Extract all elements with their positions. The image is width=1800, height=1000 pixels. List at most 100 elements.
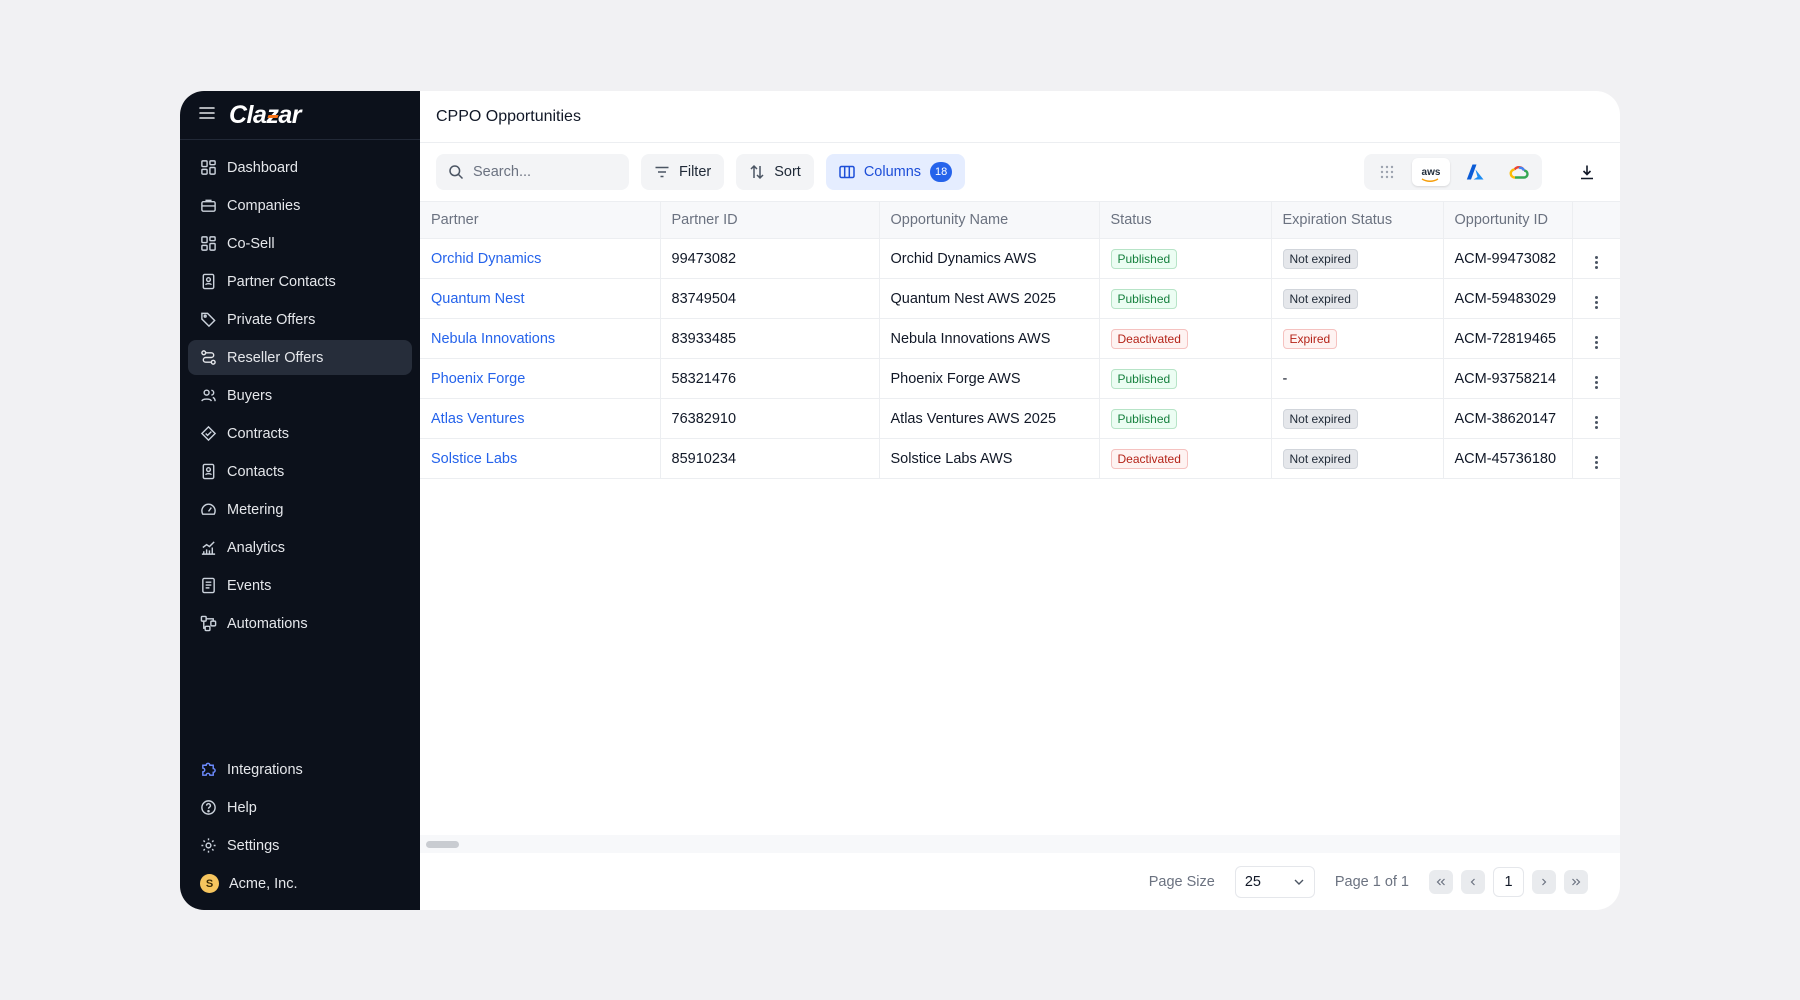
contact-card-icon <box>202 463 215 480</box>
sidebar-item-contacts[interactable]: Contacts <box>188 454 412 489</box>
row-actions-icon[interactable] <box>1594 294 1598 310</box>
sidebar-item-label: Settings <box>227 837 280 854</box>
search-box[interactable] <box>436 154 629 190</box>
status-badge: Deactivated <box>1110 328 1188 349</box>
app-window: Clazar Dashboard Companies Co-Sell Partn… <box>180 91 1620 910</box>
aws-cloud-button[interactable]: aws <box>1412 158 1450 186</box>
partner-link[interactable]: Orchid Dynamics <box>431 251 541 267</box>
main-content: CPPO Opportunities Filter Sort Columns 1… <box>420 91 1620 910</box>
table-row[interactable]: Phoenix Forge 58321476 Phoenix Forge AWS… <box>420 358 1620 399</box>
page-title: CPPO Opportunities <box>436 107 581 125</box>
hamburger-menu-icon[interactable] <box>199 106 215 124</box>
sidebar-item-reseller-offers[interactable]: Reseller Offers <box>188 340 412 375</box>
tag-icon <box>201 312 216 328</box>
sidebar-item-co-sell[interactable]: Co-Sell <box>188 226 412 261</box>
page-size-label: Page Size <box>1148 873 1215 890</box>
document-list-icon <box>202 577 215 594</box>
opportunity-id-cell: ACM-72819465 <box>1443 318 1573 359</box>
row-actions-icon[interactable] <box>1594 414 1598 430</box>
columns-icon <box>839 165 855 179</box>
column-header-partner[interactable]: Partner <box>420 201 661 239</box>
scrollbar-thumb[interactable] <box>426 841 459 848</box>
sidebar-item-analytics[interactable]: Analytics <box>188 530 412 565</box>
sidebar-item-partner-contacts[interactable]: Partner Contacts <box>188 264 412 299</box>
gear-icon <box>201 838 216 853</box>
expiration-badge: Expired <box>1282 328 1338 349</box>
sidebar-item-account[interactable]: S Acme, Inc. <box>188 866 412 901</box>
sidebar-item-automations[interactable]: Automations <box>188 606 412 641</box>
expiration-cell: - <box>1271 358 1444 399</box>
partner-link[interactable]: Quantum Nest <box>431 291 525 307</box>
opportunity-id-cell: ACM-99473082 <box>1443 238 1573 279</box>
column-header-expiration-status[interactable]: Expiration Status <box>1271 201 1444 239</box>
opportunity-name-cell: Orchid Dynamics AWS <box>879 238 1100 279</box>
sidebar: Clazar Dashboard Companies Co-Sell Partn… <box>180 91 420 910</box>
partner-link[interactable]: Solstice Labs <box>431 451 517 467</box>
all-clouds-button[interactable] <box>1368 158 1406 186</box>
column-header-partner-id[interactable]: Partner ID <box>660 201 880 239</box>
sidebar-item-events[interactable]: Events <box>188 568 412 603</box>
partner-link[interactable]: Phoenix Forge <box>431 371 525 387</box>
sidebar-item-contracts[interactable]: Contracts <box>188 416 412 451</box>
search-input[interactable] <box>473 164 613 180</box>
aws-logo-text: aws <box>1421 166 1441 178</box>
column-header-opportunity-name[interactable]: Opportunity Name <box>879 201 1100 239</box>
expiration-badge: Not expired <box>1282 288 1358 309</box>
sort-button[interactable]: Sort <box>736 154 814 190</box>
cloud-selector: aws <box>1364 154 1542 190</box>
clazar-logo[interactable]: Clazar <box>229 101 302 130</box>
current-page-button[interactable]: 1 <box>1493 866 1524 897</box>
chevrons-right-icon <box>1572 878 1581 885</box>
row-actions-icon[interactable] <box>1594 254 1598 270</box>
filter-button[interactable]: Filter <box>641 154 725 190</box>
columns-button[interactable]: Columns 18 <box>825 154 966 190</box>
partner-link[interactable]: Atlas Ventures <box>431 411 525 427</box>
table-row[interactable]: Nebula Innovations 83933485 Nebula Innov… <box>420 318 1620 359</box>
first-page-button[interactable] <box>1429 869 1453 894</box>
sidebar-item-metering[interactable]: Metering <box>188 492 412 527</box>
route-icon <box>201 350 216 365</box>
horizontal-scrollbar[interactable] <box>420 835 1620 853</box>
row-actions-icon[interactable] <box>1594 454 1598 470</box>
table-row[interactable]: Atlas Ventures 76382910 Atlas Ventures A… <box>420 398 1620 439</box>
partner-link[interactable]: Nebula Innovations <box>431 331 555 347</box>
page-size-select[interactable]: 25 <box>1234 865 1315 898</box>
previous-page-button[interactable] <box>1461 869 1485 894</box>
sidebar-item-dashboard[interactable]: Dashboard <box>188 150 412 185</box>
sidebar-item-companies[interactable]: Companies <box>188 188 412 223</box>
sidebar-item-integrations[interactable]: Integrations <box>188 752 412 787</box>
table-row[interactable]: Orchid Dynamics 99473082 Orchid Dynamics… <box>420 238 1620 279</box>
sort-icon <box>750 164 764 180</box>
page-info: Page 1 of 1 <box>1334 873 1409 890</box>
toolbar: Filter Sort Columns 18 aws <box>420 143 1620 201</box>
azure-cloud-button[interactable] <box>1456 158 1494 186</box>
table-row[interactable]: Solstice Labs 85910234 Solstice Labs AWS… <box>420 438 1620 479</box>
sidebar-item-label: Dashboard <box>227 159 298 176</box>
google-cloud-button[interactable] <box>1500 158 1538 186</box>
sidebar-item-label: Buyers <box>227 387 273 404</box>
next-page-button[interactable] <box>1532 869 1556 894</box>
sidebar-item-label: Reseller Offers <box>227 349 324 366</box>
azure-logo-icon <box>1466 164 1484 180</box>
briefcase-icon <box>201 199 216 212</box>
sidebar-item-label: Partner Contacts <box>227 273 336 290</box>
download-button[interactable] <box>1570 155 1604 189</box>
sidebar-item-settings[interactable]: Settings <box>188 828 412 863</box>
column-header-status[interactable]: Status <box>1099 201 1272 239</box>
sidebar-item-buyers[interactable]: Buyers <box>188 378 412 413</box>
row-actions-icon[interactable] <box>1594 374 1598 390</box>
table-row[interactable]: Quantum Nest 83749504 Quantum Nest AWS 2… <box>420 278 1620 319</box>
opportunity-id-cell: ACM-59483029 <box>1443 278 1573 319</box>
last-page-button[interactable] <box>1564 869 1588 894</box>
row-actions-icon[interactable] <box>1594 334 1598 350</box>
search-icon <box>449 165 464 180</box>
partner-id-cell: 99473082 <box>660 238 880 279</box>
column-header-opportunity-id[interactable]: Opportunity ID <box>1443 201 1573 239</box>
sidebar-item-private-offers[interactable]: Private Offers <box>188 302 412 337</box>
sidebar-item-help[interactable]: Help <box>188 790 412 825</box>
partner-id-cell: 83749504 <box>660 278 880 319</box>
opportunity-name-cell: Phoenix Forge AWS <box>879 358 1100 399</box>
download-icon <box>1581 165 1593 180</box>
columns-label: Columns <box>863 164 922 180</box>
sidebar-item-label: Metering <box>227 501 284 518</box>
